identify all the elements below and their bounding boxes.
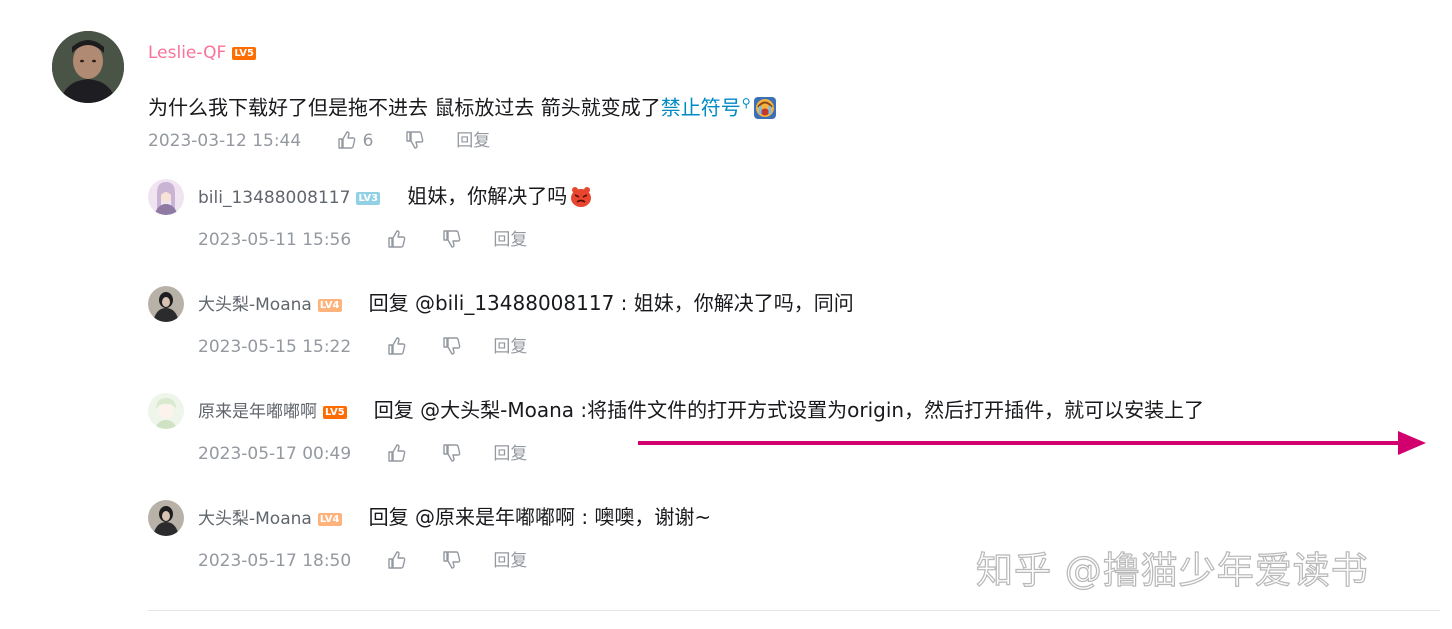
root-user-avatar[interactable] — [52, 31, 124, 103]
angry-emoji-icon — [571, 187, 592, 207]
reply-username[interactable]: bili_13488008117 — [198, 188, 350, 208]
reply-text: 姐妹，你解决了吗 — [407, 184, 568, 208]
thumbs-down-icon[interactable] — [442, 229, 462, 249]
root-comment-body: 为什么我下载好了但是拖不进去 鼠标放过去 箭头就变成了 — [148, 95, 661, 120]
reply-username[interactable]: 原来是年嘟嘟啊 — [198, 402, 317, 422]
thumbs-down-icon[interactable] — [442, 336, 462, 356]
reply-button[interactable]: 回复 — [493, 443, 527, 465]
level-badge: LV4 — [317, 513, 342, 526]
reply-username[interactable]: 大头梨-Moana — [198, 509, 312, 529]
reply-button[interactable]: 回复 — [493, 229, 527, 251]
thumbs-down-icon[interactable] — [442, 443, 462, 463]
timestamp: 2023-03-12 15:44 — [148, 131, 302, 151]
reply-user-avatar[interactable] — [148, 179, 184, 215]
level-badge: LV5 — [323, 406, 347, 419]
reply-text: :将插件文件的打开方式设置为origin，然后打开插件，就可以安装上了 — [574, 398, 1205, 422]
reply-line: 大头梨-Moana LV4 回复 @bili_13488008117 : 姐妹，你… — [198, 290, 854, 318]
thumbs-down-icon[interactable] — [405, 130, 425, 150]
root-username-row: Leslie-QF LV5 — [148, 42, 257, 64]
reply-line: 原来是年嘟嘟啊 LV5 回复 @大头梨-Moana :将插件文件的打开方式设置为o… — [198, 397, 1204, 425]
timestamp: 2023-05-17 18:50 — [198, 551, 352, 571]
reply-meta-row: 2023-05-15 15:22 回复 — [198, 336, 527, 358]
zhihu-watermark: 知乎 @撸猫少年爱读书 — [975, 548, 1369, 592]
reply-meta-row: 2023-05-17 00:49 回复 — [198, 443, 527, 465]
reply-button[interactable]: 回复 — [493, 336, 527, 358]
root-comment-text: 为什么我下载好了但是拖不进去 鼠标放过去 箭头就变成了禁止符号⚲ — [148, 89, 777, 122]
reply-prefix: 回复 — [373, 398, 421, 422]
reply-button[interactable]: 回复 — [493, 550, 527, 572]
reply-line: 大头梨-Moana LV4 回复 @原来是年嘟嘟啊 : 噢噢，谢谢~ — [198, 504, 711, 532]
thread-divider — [148, 610, 1440, 611]
keyword-link[interactable]: 禁止符号 — [661, 96, 741, 120]
root-username[interactable]: Leslie-QF — [148, 43, 226, 63]
reply-text: : 姐妹，你解决了吗，同问 — [614, 291, 854, 315]
reply-user-avatar[interactable] — [148, 286, 184, 322]
comment-thread: Leslie-QF LV5 为什么我下载好了但是拖不进去 鼠标放过去 箭头就变成了… — [0, 0, 1452, 629]
search-icon: ⚲ — [741, 96, 751, 110]
thumbs-up-icon[interactable] — [387, 336, 407, 356]
timestamp: 2023-05-11 15:56 — [198, 230, 352, 250]
reply-prefix: 回复 — [368, 505, 415, 529]
reply-username[interactable]: 大头梨-Moana — [198, 295, 312, 315]
crying-emoji-icon — [753, 96, 776, 119]
thumbs-up-icon[interactable] — [387, 229, 407, 249]
mention-link[interactable]: @原来是年嘟嘟啊 — [415, 505, 575, 529]
level-badge: LV4 — [317, 299, 342, 312]
mention-link[interactable]: @bili_13488008117 — [415, 291, 614, 315]
annotation-arrow — [638, 431, 1426, 455]
thumbs-up-icon[interactable] — [387, 550, 407, 570]
reply-prefix: 回复 — [368, 291, 415, 315]
reply-line: bili_13488008117 LV3 姐妹，你解决了吗 — [198, 183, 593, 211]
timestamp: 2023-05-17 00:49 — [198, 444, 352, 464]
arrow-head — [1398, 431, 1426, 455]
thumbs-down-icon[interactable] — [442, 550, 462, 570]
reply-user-avatar[interactable] — [148, 393, 184, 429]
thumbs-up-icon[interactable] — [387, 443, 407, 463]
reply-text: : 噢噢，谢谢~ — [574, 505, 712, 529]
like-count: 6 — [362, 131, 374, 151]
reply-button[interactable]: 回复 — [456, 130, 490, 152]
timestamp: 2023-05-15 15:22 — [198, 337, 352, 357]
reply-user-avatar[interactable] — [148, 500, 184, 536]
reply-meta-row: 2023-05-11 15:56 回复 — [198, 229, 527, 251]
reply-meta-row: 2023-05-17 18:50 回复 — [198, 550, 527, 572]
thumbs-up-icon[interactable] — [337, 130, 357, 150]
mention-link[interactable]: @大头梨-Moana — [420, 398, 574, 422]
root-meta-row: 2023-03-12 15:44 6 回复 — [148, 130, 490, 152]
level-badge: LV5 — [232, 46, 257, 60]
level-badge: LV3 — [356, 192, 381, 205]
